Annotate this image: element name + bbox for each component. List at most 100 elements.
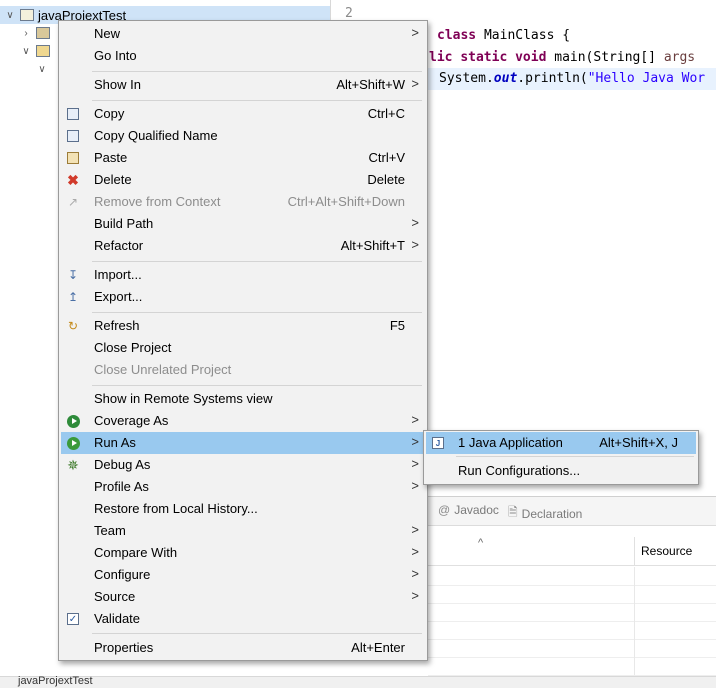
menu-separator [92,312,422,313]
menu-item-label: Compare With [94,545,178,560]
code-text: main(String[] [546,50,664,65]
menu-item-close-project[interactable]: Close Project [61,337,425,359]
menu-item-label: New [94,26,121,41]
menu-item-show-in-remote-systems[interactable]: Show in Remote Systems view [61,388,425,410]
column-header-resource[interactable]: Resource [634,537,692,565]
menu-item-run-as[interactable]: Run As > [61,432,425,454]
run-icon [65,435,81,451]
source-folder-icon [36,45,50,57]
menu-separator [92,633,422,634]
bottom-project-name: javaProjextTest [18,675,93,687]
menu-item-label: Team [94,523,126,538]
paste-icon [65,150,81,166]
menu-item-label: Go Into [94,48,137,63]
remove-from-context-icon: ↗ [67,195,79,209]
submenu-arrow-icon: > [411,588,419,603]
menu-item-import[interactable]: ↧ Import... [61,264,425,286]
menu-item-shortcut: Ctrl+C [367,106,405,121]
submenu-arrow-icon: > [411,412,419,427]
menu-item-label: Show In [94,77,141,92]
tab-label: Declaration [521,506,583,521]
code-text: MainClass { [476,28,571,43]
debug-bug-icon: ✵ [67,456,79,473]
menu-item-go-into[interactable]: Go Into [61,45,425,67]
menu-item-label: Copy [94,106,125,121]
menu-item-source[interactable]: Source > [61,586,425,608]
menu-item-remove-from-context: ↗ Remove from Context Ctrl+Alt+Shift+Dow… [61,191,425,213]
line-number: 2 [345,6,353,21]
code-line-println: System.out.println("Hello Java Wor [439,71,705,86]
tree-row-src[interactable]: ∨ [20,42,54,60]
java-application-icon: J [430,435,446,451]
menu-item-profile-as[interactable]: Profile As > [61,476,425,498]
export-icon: ↥ [67,290,79,304]
menu-item-label: Remove from Context [94,194,221,209]
menu-item-debug-as[interactable]: ✵ Debug As > [61,454,425,476]
menu-item-new[interactable]: New > [61,23,425,45]
code-text: .println( [517,71,588,86]
submenu-item-java-application[interactable]: J 1 Java Application Alt+Shift+X, J [426,432,696,454]
submenu-arrow-icon: > [411,76,419,91]
menu-item-configure[interactable]: Configure > [61,564,425,586]
table-row [428,621,716,640]
chevron-right-icon[interactable]: › [20,27,32,39]
menu-item-restore-local-history[interactable]: Restore from Local History... [61,498,425,520]
menu-item-build-path[interactable]: Build Path > [61,213,425,235]
submenu-arrow-icon: > [411,456,419,471]
menu-item-label: Show in Remote Systems view [94,391,273,406]
tree-row-library[interactable]: › [20,24,54,42]
menu-separator [456,456,694,457]
chevron-down-icon[interactable]: ∨ [4,9,16,21]
menu-item-label: Close Project [94,340,172,355]
tab-declaration[interactable]: 🗎 Declaration [508,503,582,524]
menu-item-label: Source [94,589,136,604]
table-row [428,567,716,586]
menu-item-show-in[interactable]: Show In Alt+Shift+W > [61,74,425,96]
refresh-icon: ↻ [67,319,79,333]
table-row [428,603,716,622]
code-line-main: lic static void main(String[] args [429,50,695,65]
menu-item-label: Build Path [94,216,154,231]
menu-item-export[interactable]: ↥ Export... [61,286,425,308]
menu-item-refresh[interactable]: ↻ Refresh F5 [61,315,425,337]
project-folder-icon [20,9,34,21]
keyword: void [515,50,547,65]
menu-item-label: Run As [94,435,136,450]
bottom-tree-row: javaProjextTest [0,675,716,688]
menu-item-validate[interactable]: ✓ Validate [61,608,425,630]
menu-item-shortcut: Delete [367,172,405,187]
submenu-arrow-icon: > [411,237,419,252]
menu-item-shortcut: Alt+Shift+W [336,77,405,92]
menu-item-label: Profile As [94,479,149,494]
run-as-submenu: J 1 Java Application Alt+Shift+X, J Run … [423,430,699,485]
menu-separator [92,385,422,386]
menu-item-shortcut: Alt+Shift+X, J [599,435,678,450]
menu-item-delete[interactable]: ✖ Delete Delete [61,169,425,191]
menu-item-coverage-as[interactable]: Coverage As > [61,410,425,432]
bottom-panel: @ Javadoc 🗎 Declaration ^ Resource [428,496,716,677]
submenu-arrow-icon: > [411,522,419,537]
tree-row-package[interactable]: ∨ [36,60,48,78]
menu-item-copy[interactable]: Copy Ctrl+C [61,103,425,125]
menu-item-team[interactable]: Team > [61,520,425,542]
menu-item-compare-with[interactable]: Compare With > [61,542,425,564]
menu-item-properties[interactable]: Properties Alt+Enter [61,637,425,659]
menu-item-paste[interactable]: Paste Ctrl+V [61,147,425,169]
menu-item-shortcut: Ctrl+Alt+Shift+Down [287,194,405,209]
chevron-down-icon[interactable]: ∨ [36,63,48,75]
chevron-down-icon[interactable]: ∨ [20,45,32,57]
submenu-item-run-configurations[interactable]: Run Configurations... [426,460,696,482]
menu-item-shortcut: Alt+Enter [351,640,405,655]
table-row [428,639,716,658]
menu-separator [92,100,422,101]
tab-label: Javadoc [454,503,499,517]
import-icon: ↧ [67,268,79,282]
copy-icon [65,106,81,122]
menu-item-label: Properties [94,640,154,655]
submenu-arrow-icon: > [411,434,419,449]
menu-item-copy-qualified-name[interactable]: Copy Qualified Name [61,125,425,147]
tab-javadoc[interactable]: @ Javadoc [438,503,499,517]
menu-item-shortcut: F5 [389,318,405,333]
submenu-arrow-icon: > [411,544,419,559]
menu-item-refactor[interactable]: Refactor Alt+Shift+T > [61,235,425,257]
